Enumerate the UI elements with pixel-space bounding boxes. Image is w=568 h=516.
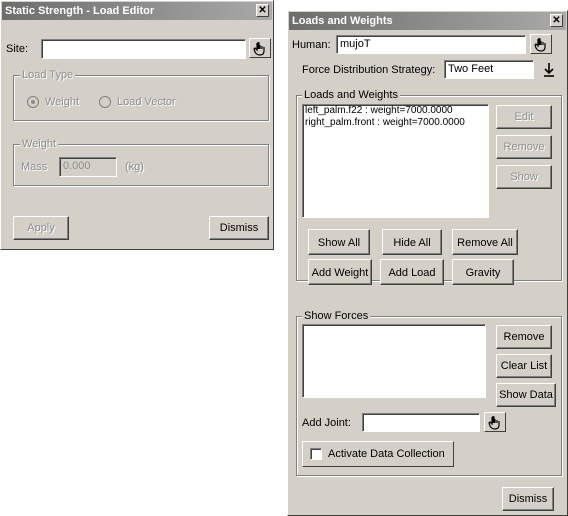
mass-unit: (kg) bbox=[125, 161, 144, 173]
list-item[interactable]: right_palm.front : weight=7000.0000 bbox=[303, 117, 488, 129]
loads-weights-legend: Loads and Weights bbox=[302, 89, 400, 101]
mass-input[interactable]: 0.000 bbox=[59, 157, 117, 177]
human-input[interactable]: mujoT bbox=[336, 35, 526, 54]
add-joint-input[interactable] bbox=[362, 413, 480, 432]
apply-button[interactable]: Apply bbox=[13, 216, 69, 240]
load-editor-title: Static Strength - Load Editor bbox=[5, 5, 155, 17]
close-icon[interactable]: ✕ bbox=[550, 14, 563, 27]
site-input[interactable] bbox=[41, 39, 246, 59]
human-label: Human: bbox=[292, 39, 331, 51]
strategy-select[interactable]: Two Feet bbox=[444, 60, 534, 79]
radio-load-vector-label: Load Vector bbox=[117, 96, 176, 108]
show-all-button[interactable]: Show All bbox=[308, 229, 370, 255]
show-button[interactable]: Show bbox=[496, 165, 552, 189]
dismiss-button[interactable]: Dismiss bbox=[502, 487, 554, 511]
load-editor-titlebar[interactable]: Static Strength - Load Editor ✕ bbox=[2, 2, 272, 20]
radio-load-vector[interactable] bbox=[99, 96, 111, 108]
edit-button[interactable]: Edit bbox=[496, 105, 552, 129]
add-load-button[interactable]: Add Load bbox=[380, 259, 444, 285]
clear-list-button[interactable]: Clear List bbox=[496, 354, 552, 378]
loads-list[interactable]: left_palm.f22 : weight=7000.0000 right_p… bbox=[302, 104, 489, 218]
dismiss-button[interactable]: Dismiss bbox=[209, 216, 269, 240]
forces-list[interactable] bbox=[302, 324, 486, 398]
loads-weights-window: Loads and Weights ✕ Human: mujoT Force D… bbox=[287, 10, 568, 516]
hand-pointer-icon[interactable] bbox=[484, 412, 506, 432]
activate-data-collection-label: Activate Data Collection bbox=[328, 448, 445, 460]
show-data-button[interactable]: Show Data bbox=[496, 383, 556, 407]
dropdown-arrow-icon[interactable] bbox=[538, 60, 560, 80]
hide-all-button[interactable]: Hide All bbox=[382, 229, 442, 255]
hand-pointer-icon[interactable] bbox=[249, 38, 271, 58]
hand-pointer-icon[interactable] bbox=[530, 34, 552, 54]
load-type-legend: Load Type bbox=[20, 69, 76, 81]
remove-button[interactable]: Remove bbox=[496, 135, 552, 159]
add-joint-label: Add Joint: bbox=[302, 417, 351, 429]
strategy-label: Force Distribution Strategy: bbox=[302, 64, 436, 76]
forces-remove-button[interactable]: Remove bbox=[496, 325, 552, 349]
weight-legend: Weight bbox=[20, 138, 59, 150]
loads-weights-titlebar[interactable]: Loads and Weights ✕ bbox=[289, 12, 566, 30]
activate-data-collection-checkbox[interactable] bbox=[310, 448, 322, 460]
load-editor-window: Static Strength - Load Editor ✕ Site: Lo… bbox=[0, 0, 274, 250]
gravity-button[interactable]: Gravity bbox=[452, 259, 514, 285]
list-item[interactable]: left_palm.f22 : weight=7000.0000 bbox=[303, 105, 488, 117]
site-label: Site: bbox=[6, 43, 29, 55]
loads-weights-title: Loads and Weights bbox=[292, 15, 393, 27]
close-icon[interactable]: ✕ bbox=[256, 4, 269, 17]
mass-label: Mass bbox=[21, 161, 48, 173]
radio-weight[interactable] bbox=[27, 96, 39, 108]
remove-all-button[interactable]: Remove All bbox=[452, 229, 518, 255]
radio-weight-label: Weight bbox=[45, 96, 80, 108]
add-weight-button[interactable]: Add Weight bbox=[308, 259, 372, 285]
show-forces-legend: Show Forces bbox=[302, 310, 371, 322]
